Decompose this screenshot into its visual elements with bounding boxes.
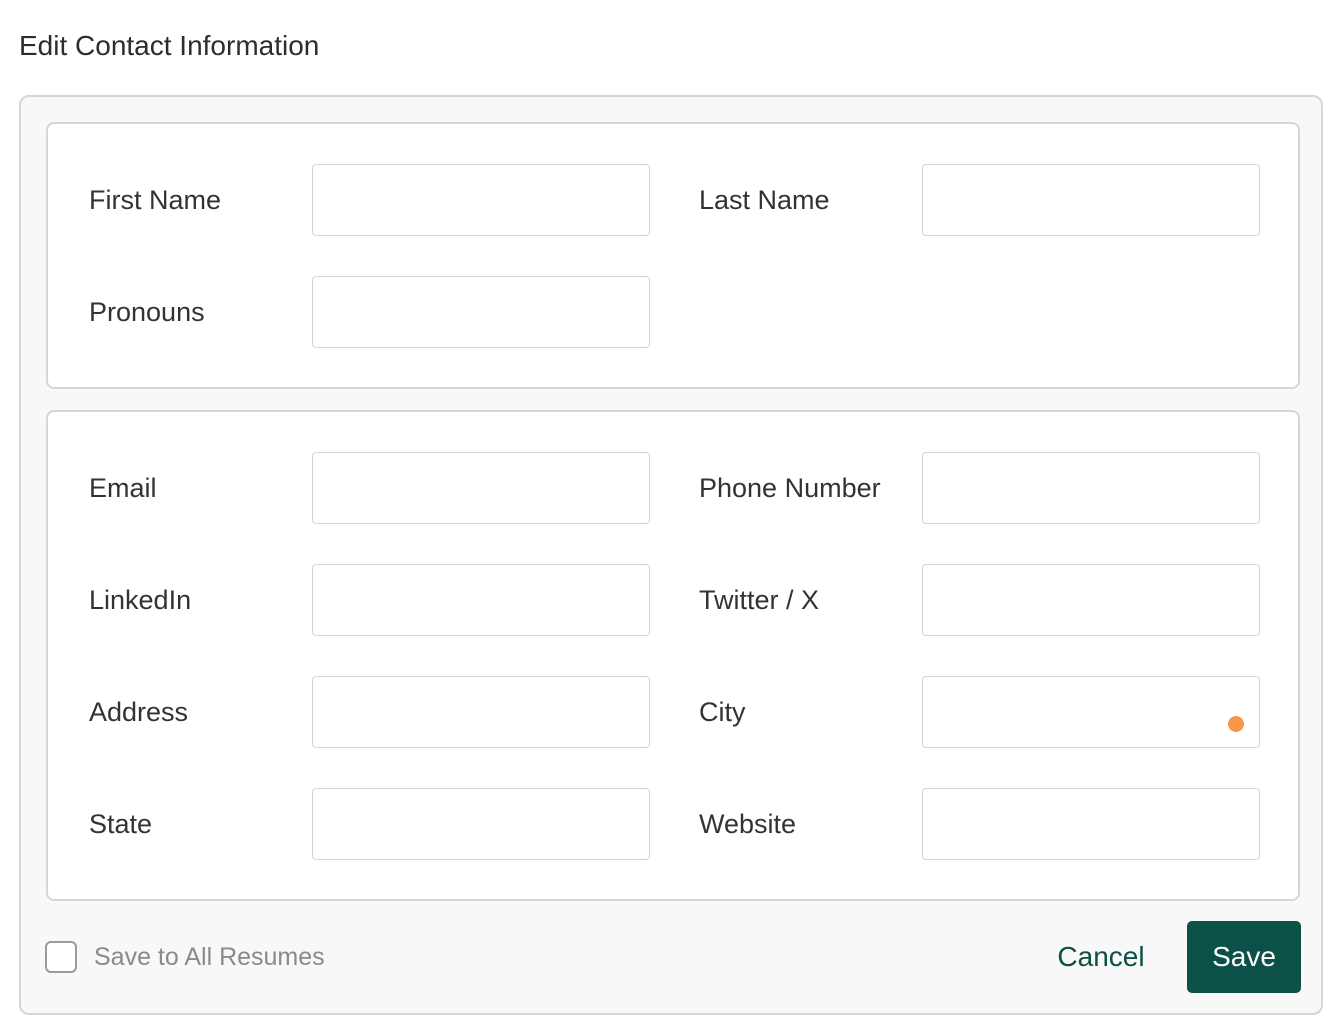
linkedin-label: LinkedIn — [89, 585, 192, 615]
twitter-label: Twitter / X — [699, 585, 820, 615]
last-name-label: Last Name — [699, 185, 830, 215]
name-section: First Name Last Name Pronouns — [46, 122, 1300, 389]
address-label: Address — [89, 697, 189, 727]
pronouns-input[interactable] — [312, 276, 650, 348]
address-input[interactable] — [312, 676, 650, 748]
contact-section: Email Phone Number LinkedIn Twitter / X … — [46, 410, 1300, 901]
email-label: Email — [89, 473, 157, 503]
pronouns-label: Pronouns — [89, 297, 205, 327]
save-to-all-resumes-checkbox[interactable] — [45, 941, 77, 973]
city-input[interactable] — [922, 676, 1260, 748]
save-to-all-resumes-label[interactable]: Save to All Resumes — [94, 939, 325, 975]
state-input[interactable] — [312, 788, 650, 860]
phone-number-input[interactable] — [922, 452, 1260, 524]
website-label: Website — [699, 809, 797, 839]
save-button[interactable]: Save — [1187, 921, 1301, 993]
website-input[interactable] — [922, 788, 1260, 860]
linkedin-input[interactable] — [312, 564, 650, 636]
state-label: State — [89, 809, 153, 839]
autofill-indicator-icon[interactable] — [1228, 716, 1244, 732]
city-label: City — [699, 697, 746, 727]
cancel-button[interactable]: Cancel — [1041, 921, 1161, 993]
phone-number-label: Phone Number — [699, 473, 881, 503]
first-name-input[interactable] — [312, 164, 650, 236]
contact-form-card: First Name Last Name Pronouns Email Phon… — [19, 95, 1323, 1015]
page-title: Edit Contact Information — [19, 30, 320, 61]
first-name-label: First Name — [89, 185, 222, 215]
last-name-input[interactable] — [922, 164, 1260, 236]
email-input[interactable] — [312, 452, 650, 524]
twitter-input[interactable] — [922, 564, 1260, 636]
